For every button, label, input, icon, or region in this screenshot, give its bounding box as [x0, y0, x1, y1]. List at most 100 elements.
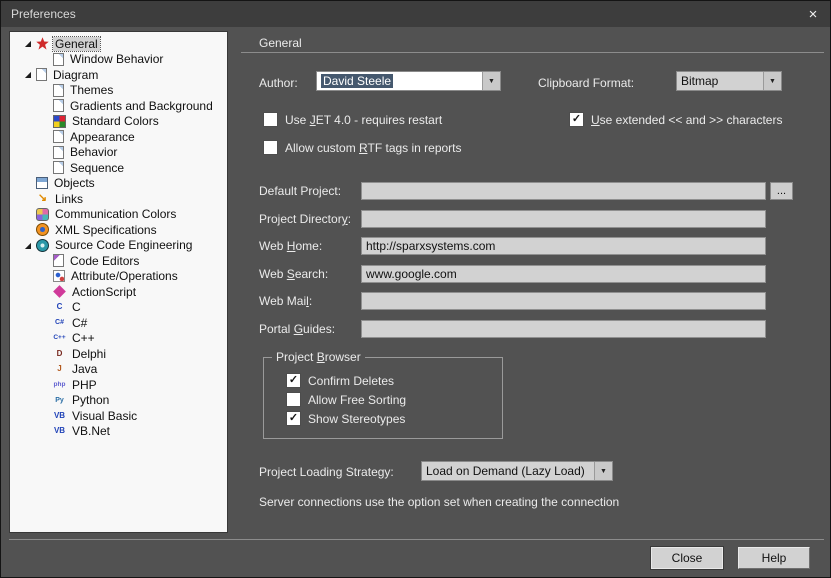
tree-item-actionscript[interactable]: ActionScript [10, 284, 227, 300]
tree-item-window-behavior[interactable]: Window Behavior [10, 52, 227, 68]
preferences-tree[interactable]: ◢GeneralWindow Behavior ◢ DiagramThemesGra… [9, 31, 228, 533]
tree-item-delphi[interactable]: DDelphi [10, 346, 227, 362]
tree-item-label: PHP [70, 378, 99, 392]
tree-item-label: C++ [70, 331, 97, 345]
show-stereotypes-checkbox[interactable]: ✓ Show Stereotypes [286, 411, 405, 426]
web-home-label: Web Home: [259, 239, 322, 253]
tree-item-label: Sequence [68, 161, 126, 175]
tree-item-label: C# [70, 316, 89, 330]
tree-item-sequence[interactable]: Sequence [10, 160, 227, 176]
tree-item-standard-colors[interactable]: Standard Colors [10, 114, 227, 130]
project-browser-groupbox: Project Browser ✓Confirm DeletesAllow Fr… [263, 357, 503, 439]
expand-arrow-icon[interactable]: ◢ [20, 70, 36, 79]
editor-icon [53, 254, 64, 267]
tree-item-communication-colors[interactable]: Communication Colors [10, 207, 227, 223]
clipboard-dropdown-icon[interactable]: ▼ [763, 72, 781, 90]
tree-item-vb-net[interactable]: VBVB.Net [10, 424, 227, 440]
expand-arrow-icon[interactable]: ◢ [20, 39, 36, 48]
tree-item-c[interactable]: CC [10, 300, 227, 316]
tree-item-general[interactable]: ◢General [10, 36, 227, 52]
titlebar[interactable]: Preferences [1, 1, 830, 27]
page-icon [53, 84, 64, 97]
use-extended-characters-checkbox[interactable]: ✓ Use extended << and >> characters [569, 112, 782, 127]
portal-guides-input[interactable] [361, 320, 766, 338]
expand-arrow-icon[interactable]: ◢ [20, 241, 36, 250]
checkbox-label: Confirm Deletes [308, 374, 394, 388]
tree-item-xml-specifications[interactable]: XML Specifications [10, 222, 227, 238]
tree-item-code-editors[interactable]: Code Editors [10, 253, 227, 269]
use-jet-checkbox[interactable]: Use JET 4.0 - requires restart [263, 112, 442, 127]
tree-item-label: Window Behavior [68, 52, 165, 66]
checkbox-box[interactable] [263, 140, 278, 155]
default-project-browse-button[interactable]: ... [770, 182, 793, 200]
tree-item-label: VB.Net [70, 424, 112, 438]
php-icon: php [53, 378, 66, 391]
project-directory-input[interactable] [361, 210, 766, 228]
tree-item-c[interactable]: C++ C++ [10, 331, 227, 347]
tree-item-label: Source Code Engineering [53, 238, 194, 252]
checkbox-box[interactable] [263, 112, 278, 127]
tree-item-label: Python [70, 393, 111, 407]
web-home-input[interactable]: http://sparxsystems.com [361, 237, 766, 255]
project-directory-label: Project Directory: [259, 212, 351, 226]
allow-free-sorting-checkbox[interactable]: Allow Free Sorting [286, 392, 406, 407]
tree-item-php[interactable]: php PHP [10, 377, 227, 393]
tree-item-c[interactable]: C# C# [10, 315, 227, 331]
checkbox-box[interactable]: ✓ [286, 411, 301, 426]
general-icon [36, 37, 49, 50]
page-icon [53, 99, 64, 112]
tree-item-objects[interactable]: Objects [10, 176, 227, 192]
server-connections-note: Server connections use the option set wh… [259, 495, 619, 509]
cpp-icon: C++ [53, 332, 66, 345]
window-title: Preferences [11, 7, 76, 21]
checkbox-box[interactable]: ✓ [286, 373, 301, 388]
checkbox-label: Show Stereotypes [308, 412, 405, 426]
close-window-button[interactable]: × [796, 1, 830, 27]
web-mail-input[interactable] [361, 292, 766, 310]
tree-item-java[interactable]: JJava [10, 362, 227, 378]
allow-custom-rtf-tags-label: Allow custom RTF tags in reports [285, 141, 462, 155]
close-button[interactable]: Close [651, 547, 723, 569]
python-icon: Py [53, 394, 66, 407]
csharp-icon: C# [53, 316, 66, 329]
tree-item-label: Gradients and Background [68, 99, 215, 113]
loading-dropdown-icon[interactable]: ▼ [594, 462, 612, 480]
tree-item-python[interactable]: Py Python [10, 393, 227, 409]
clipboard-format-value: Bitmap [677, 72, 763, 90]
tree-item-themes[interactable]: Themes [10, 83, 227, 99]
portal-guides-label: Portal Guides: [259, 322, 335, 336]
default-project-label: Default Project: [259, 184, 341, 198]
author-dropdown-icon[interactable]: ▼ [482, 72, 500, 90]
clipboard-format-combobox[interactable]: Bitmap ▼ [676, 71, 782, 91]
page-icon [53, 130, 64, 143]
tree-item-label: Code Editors [68, 254, 141, 268]
checkbox-box[interactable] [286, 392, 301, 407]
web-search-label: Web Search: [259, 267, 328, 281]
tree-item-label: Objects [52, 176, 97, 190]
page-icon [53, 146, 64, 159]
tree-item-diagram[interactable]: ◢ Diagram [10, 67, 227, 83]
tree-item-gradients-and-background[interactable]: Gradients and Background [10, 98, 227, 114]
section-title: General [259, 36, 302, 50]
confirm-deletes-checkbox[interactable]: ✓ Confirm Deletes [286, 373, 394, 388]
project-loading-strategy-label: Project Loading Strategy: [259, 465, 394, 479]
checkbox-box[interactable]: ✓ [569, 112, 584, 127]
default-project-input[interactable] [361, 182, 766, 200]
author-value: David Steele [317, 72, 482, 90]
tree-item-visual-basic[interactable]: VBVisual Basic [10, 408, 227, 424]
tree-item-links[interactable]: ↘Links [10, 191, 227, 207]
help-button[interactable]: Help [738, 547, 810, 569]
project-browser-legend: Project Browser [272, 350, 365, 364]
project-loading-strategy-value: Load on Demand (Lazy Load) [422, 462, 594, 480]
tree-item-label: Diagram [51, 68, 100, 82]
project-loading-strategy-combobox[interactable]: Load on Demand (Lazy Load) ▼ [421, 461, 613, 481]
tree-item-appearance[interactable]: Appearance [10, 129, 227, 145]
tree-item-source-code-engineering[interactable]: ◢ Source Code Engineering [10, 238, 227, 254]
tree-item-attribute-operations[interactable]: Attribute/Operations [10, 269, 227, 285]
allow-custom-rtf-tags-checkbox[interactable]: Allow custom RTF tags in reports [263, 140, 462, 155]
delphi-icon: D [53, 347, 66, 360]
tree-item-behavior[interactable]: Behavior [10, 145, 227, 161]
tree-item-label: Appearance [68, 130, 137, 144]
web-search-input[interactable]: www.google.com [361, 265, 766, 283]
author-combobox[interactable]: David Steele ▼ [316, 71, 501, 91]
